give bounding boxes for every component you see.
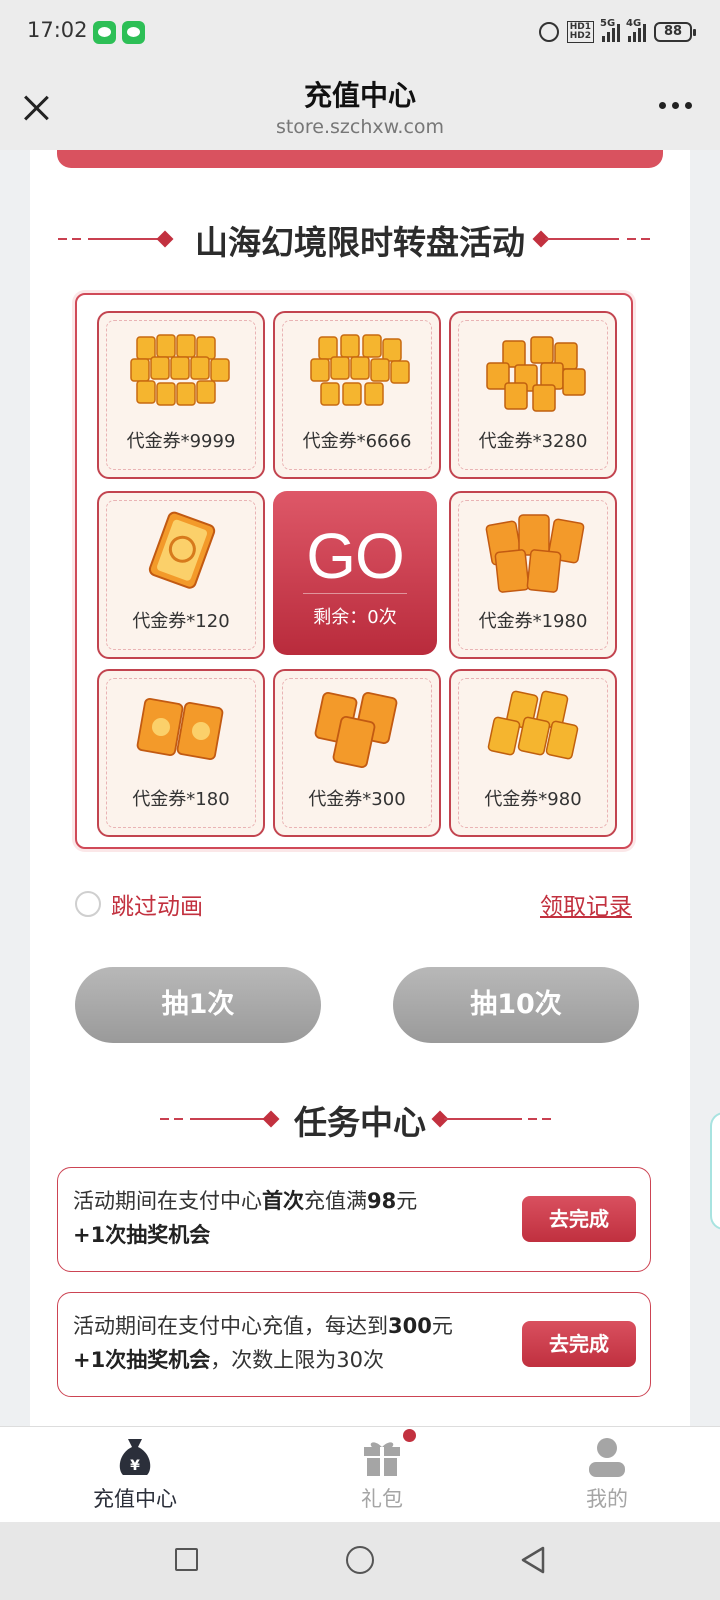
notification-dot xyxy=(403,1429,416,1442)
network-type-5g: 5G xyxy=(600,18,616,29)
complete-task-button[interactable]: 去完成 xyxy=(522,1196,636,1242)
prize-label: 代金券*3280 xyxy=(478,431,588,452)
content-card: 山海幻境限时转盘活动 代金券*9999 代金券*6666 代金券*3280 代金… xyxy=(30,150,690,1426)
lottery-grid: 代金券*9999 代金券*6666 代金券*3280 代金券*120 GO 剩余… xyxy=(75,293,633,849)
voucher-stack-icon xyxy=(487,690,579,760)
prize-cell: 代金券*9999 xyxy=(97,311,265,479)
title-bar: 充值中心 store.szchxw.com xyxy=(0,66,720,150)
nav-label: 礼包 xyxy=(361,1487,403,1511)
voucher-trio-icon xyxy=(314,691,398,769)
nav-recharge-center[interactable]: ¥ 充值中心 xyxy=(45,1427,225,1523)
task-description: 活动期间在支付中心充值，每达到300元 +1次抽奖机会，次数上限为30次 xyxy=(73,1314,453,1372)
prize-cell: 代金券*980 xyxy=(449,669,617,837)
page-url: store.szchxw.com xyxy=(275,116,445,138)
nav-mine[interactable]: 我的 xyxy=(517,1427,697,1523)
prize-cell: 代金券*180 xyxy=(97,669,265,837)
title-decoration-right xyxy=(532,230,650,248)
voucher-stack-icon xyxy=(485,514,585,593)
status-indicators: HD1 HD2 5G 4G 88 xyxy=(538,18,696,46)
wechat-icon xyxy=(122,21,145,44)
prize-label: 代金券*180 xyxy=(132,789,230,810)
svg-text:¥: ¥ xyxy=(130,1458,140,1474)
prize-label: 代金券*980 xyxy=(484,789,582,810)
voucher-pile-icon xyxy=(130,334,230,406)
task-item: 活动期间在支付中心充值，每达到300元 +1次抽奖机会，次数上限为30次 去完成 xyxy=(57,1292,651,1397)
system-nav-bar xyxy=(0,1522,720,1600)
skip-animation-toggle[interactable]: 跳过动画 xyxy=(75,887,203,921)
alarm-icon xyxy=(538,22,559,42)
voucher-pile-icon xyxy=(486,336,586,412)
prize-cell: 代金券*3280 xyxy=(449,311,617,479)
prize-cell: 代金券*120 xyxy=(97,491,265,659)
go-button[interactable]: GO 剩余：0次 xyxy=(273,491,437,655)
go-divider xyxy=(303,593,407,594)
nav-gift[interactable]: 礼包 xyxy=(292,1427,472,1523)
skip-animation-label: 跳过动画 xyxy=(111,894,203,920)
hd-icon: HD1 HD2 xyxy=(566,21,594,43)
nav-label: 我的 xyxy=(586,1487,628,1511)
task-description: 活动期间在支付中心首次充值满98元 +1次抽奖机会 xyxy=(73,1189,418,1247)
skip-animation-radio[interactable] xyxy=(75,891,101,917)
go-label: GO xyxy=(306,520,405,592)
task-item: 活动期间在支付中心首次充值满98元 +1次抽奖机会 去完成 xyxy=(57,1167,651,1272)
status-bar: 17:02 HD1 HD2 5G 4G 88 xyxy=(0,0,720,66)
gift-icon xyxy=(364,1442,400,1476)
floating-side-tab[interactable] xyxy=(710,1112,720,1230)
more-icon[interactable] xyxy=(659,102,692,109)
signal-icon-5g: 5G xyxy=(600,18,620,42)
home-icon[interactable] xyxy=(346,1546,374,1574)
battery-icon: 88 xyxy=(654,22,696,42)
prize-label: 代金券*1980 xyxy=(478,611,588,632)
complete-task-button[interactable]: 去完成 xyxy=(522,1321,636,1367)
draw-once-button[interactable]: 抽1次 xyxy=(75,967,321,1043)
prize-cell: 代金券*6666 xyxy=(273,311,441,479)
money-bag-icon: ¥ xyxy=(119,1439,151,1475)
prize-cell: 代金券*1980 xyxy=(449,491,617,659)
bottom-nav: ¥ 充值中心 礼包 我的 xyxy=(0,1426,720,1523)
message-icon xyxy=(93,21,116,44)
task-title-decoration-right xyxy=(431,1110,551,1128)
prize-label: 代金券*120 xyxy=(132,611,230,632)
activity-time-banner xyxy=(57,150,663,168)
prize-label: 代金券*300 xyxy=(308,789,406,810)
prize-cell: 代金券*300 xyxy=(273,669,441,837)
task-center-title: 任务中心 xyxy=(294,1103,426,1142)
network-type-4g: 4G xyxy=(626,18,642,29)
back-icon[interactable] xyxy=(519,1545,547,1575)
prize-label: 代金券*6666 xyxy=(302,431,412,452)
voucher-pile-icon xyxy=(310,334,410,406)
user-icon xyxy=(589,1438,625,1477)
claim-record-link[interactable]: 领取记录 xyxy=(540,887,632,921)
signal-icon-4g: 4G xyxy=(626,18,646,42)
prize-label: 代金券*9999 xyxy=(126,431,236,452)
draw-ten-button[interactable]: 抽10次 xyxy=(393,967,639,1043)
voucher-pair-icon xyxy=(136,697,224,761)
remaining-count: 剩余：0次 xyxy=(313,607,397,628)
status-time: 17:02 xyxy=(27,18,88,42)
voucher-icon xyxy=(148,511,216,589)
nav-label: 充值中心 xyxy=(93,1487,177,1511)
page-title: 充值中心 xyxy=(303,79,416,112)
recent-apps-icon[interactable] xyxy=(175,1548,198,1571)
lottery-title: 山海幻境限时转盘活动 xyxy=(195,223,525,262)
